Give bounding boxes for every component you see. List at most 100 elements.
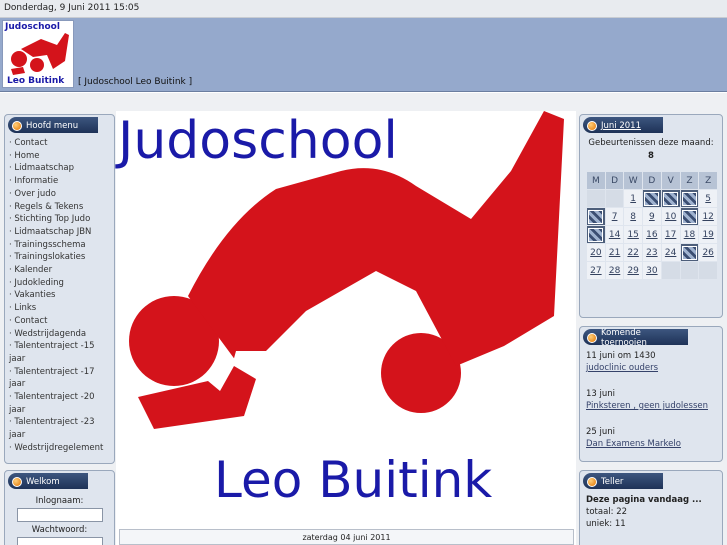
menu-item[interactable]: · Stichting Top Judo bbox=[9, 213, 110, 226]
menu-item[interactable]: · Talententraject -15 jaar bbox=[9, 340, 110, 365]
login-title: Welkom bbox=[8, 473, 88, 489]
calendar-empty-cell bbox=[660, 261, 681, 280]
calendar-empty-cell bbox=[679, 261, 700, 280]
orange-bullet-icon bbox=[587, 333, 597, 343]
banner-title: Judoschool bbox=[118, 111, 398, 171]
calendar-day-29[interactable]: 29 bbox=[623, 261, 643, 280]
calendar-day-22[interactable]: 22 bbox=[623, 243, 643, 262]
menu-item[interactable]: · Vakanties bbox=[9, 289, 110, 302]
orange-bullet-icon bbox=[587, 121, 597, 131]
tournament-item: 13 juni Pinksteren , geen judolessen bbox=[586, 388, 716, 412]
calendar-day-18[interactable]: 18 bbox=[679, 225, 700, 244]
event-photo-icon bbox=[588, 209, 604, 224]
password-input[interactable] bbox=[16, 537, 103, 545]
site-logo[interactable]: Judoschool Leo Buitink bbox=[2, 20, 74, 88]
counter-today-label: Deze pagina vandaag ... bbox=[586, 495, 702, 505]
calendar-day-1[interactable]: 1 bbox=[623, 189, 643, 208]
menu-item[interactable]: · Trainingsschema bbox=[9, 239, 110, 252]
menu-item[interactable]: · Judokleding bbox=[9, 277, 110, 290]
calendar-month-link[interactable]: Juni 2011 bbox=[601, 121, 641, 131]
weekday-header: V bbox=[660, 171, 681, 190]
main-content: Judoschool Leo Buitink zaterdag 04 juni … bbox=[116, 111, 576, 545]
calendar-event-day-11[interactable] bbox=[679, 207, 700, 226]
calendar-day-5[interactable]: 5 bbox=[698, 189, 718, 208]
event-photo-icon bbox=[681, 245, 697, 260]
tournaments-title: Komende toernooien bbox=[583, 328, 688, 348]
calendar-grid: M D W D V Z Z 1 5 7 8 9 10 12 14 15 16 17 18 19 20 21 22 23 24 26… bbox=[586, 171, 718, 280]
counter-unique: uniek: 11 bbox=[586, 519, 626, 529]
main-menu-list: · Contact · Home · Lidmaatschap · Inform… bbox=[5, 135, 114, 457]
calendar-day-27[interactable]: 27 bbox=[586, 261, 606, 280]
menu-item[interactable]: · Lidmaatschap bbox=[9, 162, 110, 175]
calendar-day-24[interactable]: 24 bbox=[660, 243, 681, 262]
calendar-day-15[interactable]: 15 bbox=[623, 225, 643, 244]
site-tagline: [ Judoschool Leo Buitink ] bbox=[78, 77, 193, 87]
tournament-link[interactable]: judoclinic ouders bbox=[586, 362, 716, 374]
calendar-day-23[interactable]: 23 bbox=[641, 243, 662, 262]
tournament-item: 11 juni om 1430 judoclinic ouders bbox=[586, 350, 716, 374]
menu-item[interactable]: · Talententraject -17 jaar bbox=[9, 366, 110, 391]
banner-image: Judoschool Leo Buitink bbox=[116, 111, 576, 511]
calendar-empty-cell bbox=[604, 189, 625, 208]
menu-item[interactable]: · Talententraject -23 jaar bbox=[9, 416, 110, 441]
calendar-day-16[interactable]: 16 bbox=[641, 225, 662, 244]
calendar-day-30[interactable]: 30 bbox=[641, 261, 662, 280]
login-form: Inlognaam: Wachtwoord: bbox=[5, 491, 114, 545]
calendar-event-day-3[interactable] bbox=[660, 189, 681, 208]
events-label: Gebeurtenissen deze maand: bbox=[588, 138, 714, 148]
calendar-event-day-4[interactable] bbox=[679, 189, 700, 208]
calendar-day-10[interactable]: 10 bbox=[660, 207, 681, 226]
calendar-day-17[interactable]: 17 bbox=[660, 225, 681, 244]
counter-total: totaal: 22 bbox=[586, 507, 628, 517]
calendar-day-26[interactable]: 26 bbox=[698, 243, 718, 262]
menu-item[interactable]: · Kalender bbox=[9, 264, 110, 277]
calendar-day-20[interactable]: 20 bbox=[586, 243, 606, 262]
tournament-link[interactable]: Dan Examens Markelo bbox=[586, 438, 716, 450]
menu-item[interactable]: · Wedstrijdregelement bbox=[9, 442, 110, 455]
orange-bullet-icon bbox=[12, 477, 22, 487]
calendar-week: 7 8 9 10 12 bbox=[586, 207, 718, 226]
calendar-event-day-6[interactable] bbox=[586, 207, 606, 226]
menu-item[interactable]: · Contact bbox=[9, 137, 110, 150]
calendar-day-7[interactable]: 7 bbox=[604, 207, 625, 226]
weekday-header: M bbox=[586, 171, 606, 190]
weekday-header: D bbox=[604, 171, 625, 190]
calendar-event-day-25[interactable] bbox=[679, 243, 700, 262]
username-label: Inlognaam: bbox=[35, 496, 84, 506]
menu-item[interactable]: · Trainingslokaties bbox=[9, 251, 110, 264]
calendar-day-14[interactable]: 14 bbox=[604, 225, 625, 244]
menu-item[interactable]: · Regels & Tekens bbox=[9, 201, 110, 214]
calendar-day-9[interactable]: 9 bbox=[641, 207, 662, 226]
username-input[interactable] bbox=[16, 508, 103, 522]
site-header: Judoschool Leo Buitink [ Judoschool Leo … bbox=[0, 18, 727, 92]
menu-item[interactable]: · Talententraject -20 jaar bbox=[9, 391, 110, 416]
event-photo-icon bbox=[681, 191, 697, 206]
calendar-event-day-13[interactable] bbox=[586, 225, 606, 244]
calendar-empty-cell bbox=[698, 261, 718, 280]
tournament-date: 13 juni bbox=[586, 389, 616, 399]
tournaments-panel: Komende toernooien 11 juni om 1430 judoc… bbox=[579, 326, 723, 462]
menu-item[interactable]: · Lidmaatschap JBN bbox=[9, 226, 110, 239]
menu-item[interactable]: · Home bbox=[9, 150, 110, 163]
menu-item[interactable]: · Links bbox=[9, 302, 110, 315]
calendar-day-8[interactable]: 8 bbox=[623, 207, 643, 226]
weekday-header: D bbox=[641, 171, 662, 190]
tournament-link[interactable]: Pinksteren , geen judolessen bbox=[586, 400, 716, 412]
calendar-day-21[interactable]: 21 bbox=[604, 243, 625, 262]
counter-panel: Teller Deze pagina vandaag ... totaal: 2… bbox=[579, 470, 723, 545]
calendar-week: 20 21 22 23 24 26 bbox=[586, 243, 718, 262]
event-photo-icon bbox=[663, 191, 679, 206]
menu-item[interactable]: · Wedstrijdagenda bbox=[9, 328, 110, 341]
banner-subtitle: Leo Buitink bbox=[214, 451, 493, 509]
calendar-day-19[interactable]: 19 bbox=[698, 225, 718, 244]
tournament-item: 25 juni Dan Examens Markelo bbox=[586, 426, 716, 450]
news-date: zaterdag 04 juni 2011 bbox=[119, 529, 574, 545]
tournaments-list: 11 juni om 1430 judoclinic ouders 13 jun… bbox=[580, 347, 722, 467]
menu-item[interactable]: · Informatie bbox=[9, 175, 110, 188]
calendar-day-12[interactable]: 12 bbox=[698, 207, 718, 226]
calendar-day-28[interactable]: 28 bbox=[604, 261, 625, 280]
menu-item[interactable]: · Contact bbox=[9, 315, 110, 328]
calendar-event-day-2[interactable] bbox=[641, 189, 662, 208]
event-photo-icon bbox=[681, 209, 697, 224]
menu-item[interactable]: · Over judo bbox=[9, 188, 110, 201]
